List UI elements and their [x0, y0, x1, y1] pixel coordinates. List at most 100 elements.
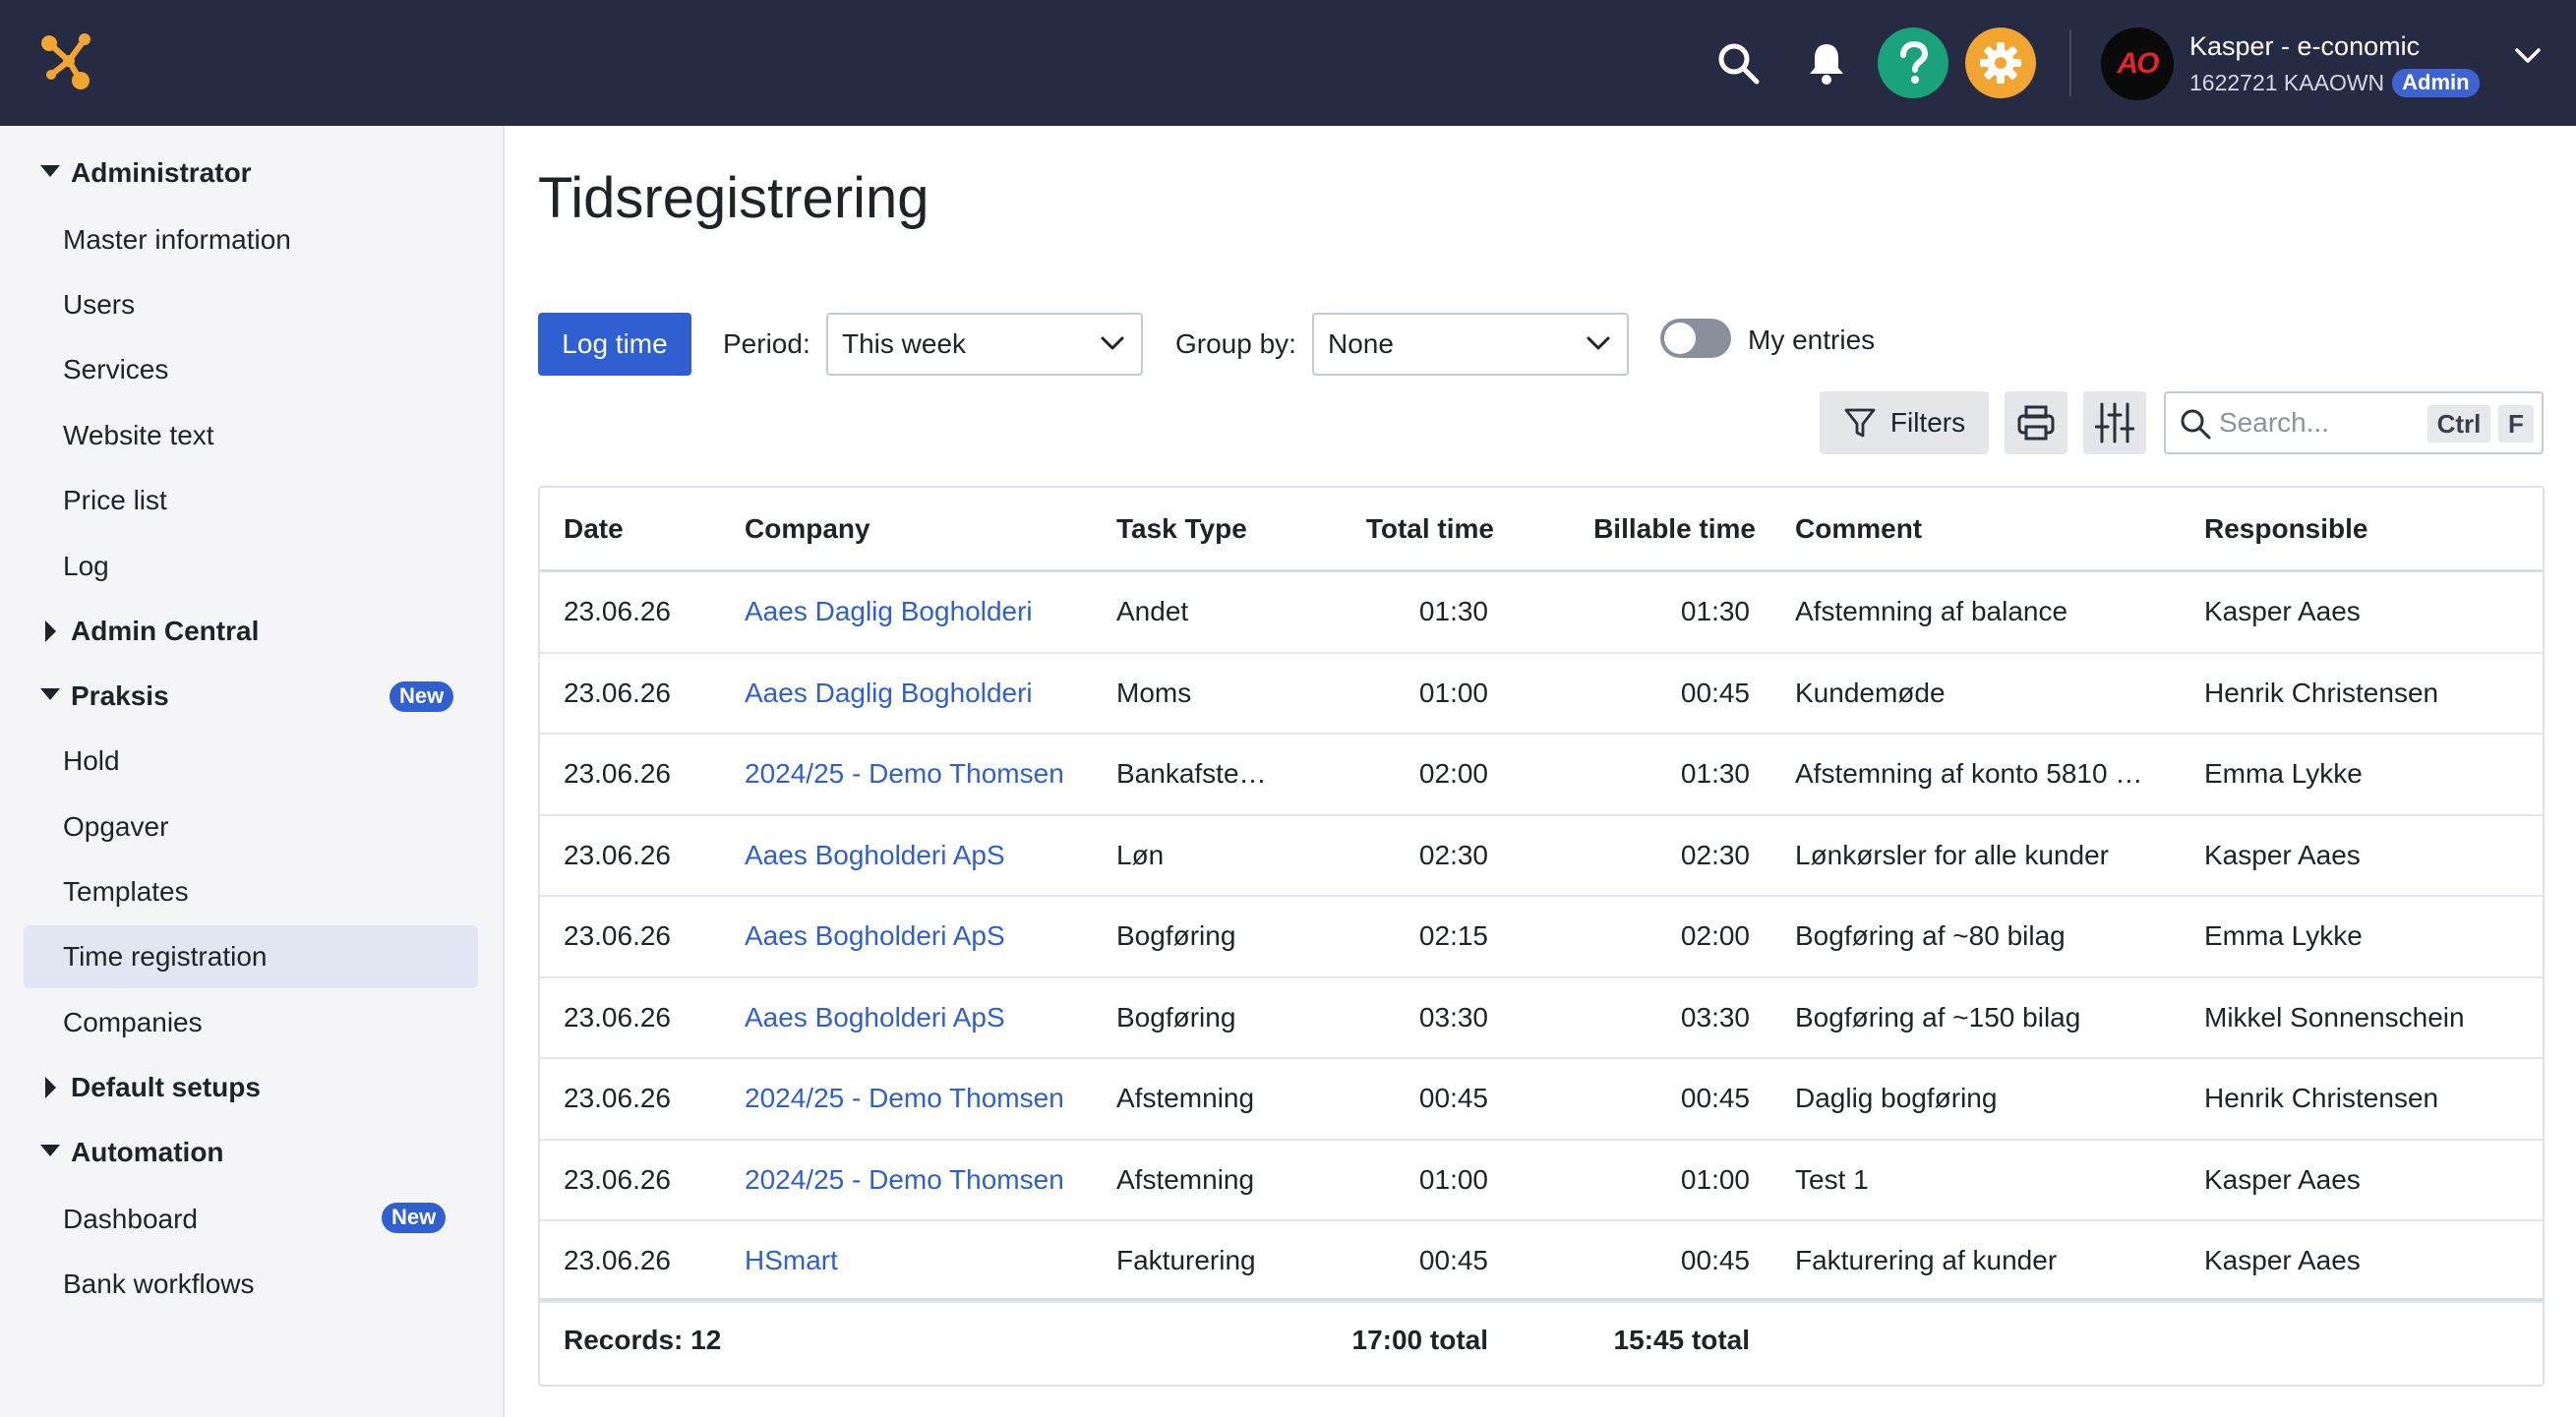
cell-company-link[interactable]: Aaes Bogholderi ApS — [745, 920, 1005, 952]
column-header-responsible[interactable]: Responsible — [2204, 513, 2367, 545]
sidebar-item-label: Services — [63, 354, 169, 384]
total-time-sum: 17:00 total — [1351, 1325, 1489, 1355]
sidebar-item-users[interactable]: Users — [24, 273, 478, 336]
print-button[interactable] — [2005, 391, 2067, 454]
search-field[interactable]: Ctrl F — [2164, 391, 2544, 454]
sidebar-item-templates[interactable]: Templates — [24, 860, 478, 923]
column-header-billable-time[interactable]: Billable time — [1593, 513, 1756, 545]
sidebar-item-bank-workflows[interactable]: Bank workflows — [24, 1253, 478, 1316]
bell-icon[interactable] — [1800, 33, 1853, 92]
cell-task-type: Afstemning — [1116, 1083, 1255, 1113]
toggle-knob — [1664, 323, 1696, 354]
cell-billable-time: 00:45 — [1680, 677, 1750, 708]
sidebar-item-services[interactable]: Services — [24, 338, 478, 401]
sidebar-group-label: Automation — [71, 1137, 224, 1167]
caret-right-icon — [43, 620, 57, 648]
sidebar-item-companies[interactable]: Companies — [24, 991, 478, 1054]
chevron-down-icon[interactable] — [2514, 47, 2542, 70]
sidebar-item-label: Users — [63, 289, 136, 320]
sidebar-item-time-registration[interactable]: Time registration — [24, 925, 478, 988]
period-label: Period: — [723, 328, 810, 359]
help-icon[interactable] — [1878, 28, 1948, 98]
filters-button[interactable]: Filters — [1820, 391, 1989, 454]
cell-task-type: Afstemning — [1116, 1163, 1255, 1195]
sidebar-group-admin-central[interactable]: Admin Central — [0, 604, 505, 659]
user-account: 1622721 KAAOWN — [2189, 70, 2385, 95]
log-time-button[interactable]: Log time — [538, 313, 691, 376]
sidebar: Administrator Master information Users S… — [0, 126, 505, 1417]
group-by-select[interactable]: None — [1312, 313, 1629, 376]
table-row[interactable]: 23.06.26 HSmart Fakturering 00:45 00:45 Faktu… — [540, 1221, 2543, 1303]
cell-company-link[interactable]: 2024/25 - Demo Thomsen — [745, 1164, 1064, 1196]
sidebar-item-log[interactable]: Log — [24, 535, 478, 598]
table-row[interactable]: 23.06.26 2024/25 - Demo Thomsen Afstemning… — [540, 1141, 2543, 1221]
table-row[interactable]: 23.06.26 Aaes Bogholderi ApS Bogføring 02:1… — [540, 897, 2543, 978]
cell-company-link[interactable]: HSmart — [745, 1245, 838, 1276]
caret-right-icon — [43, 1076, 57, 1104]
cell-responsible: Kasper Aaes — [2204, 1245, 2361, 1275]
search-icon[interactable] — [1711, 33, 1765, 92]
my-entries-toggle[interactable] — [1660, 319, 1731, 358]
table-row[interactable]: 23.06.26 Aaes Bogholderi ApS Løn 02:30 02:30… — [540, 816, 2543, 897]
column-header-company[interactable]: Company — [745, 513, 870, 545]
time-entries-table: Date Company Task Type Total time Billab… — [538, 486, 2545, 1387]
cell-company-link[interactable]: Aaes Bogholderi ApS — [745, 1002, 1005, 1033]
column-header-comment[interactable]: Comment — [1795, 513, 1922, 545]
my-entries-label: My entries — [1748, 325, 1876, 355]
sidebar-item-label: Website text — [63, 420, 214, 450]
table-row[interactable]: 23.06.26 2024/25 - Demo Thomsen Bankafste…… — [540, 735, 2543, 816]
table-row[interactable]: 23.06.26 Aaes Daglig Bogholderi Moms 01:00 0… — [540, 654, 2543, 735]
sidebar-group-administrator[interactable]: Administrator — [0, 146, 505, 201]
role-badge: Admin — [2392, 69, 2480, 97]
table-row[interactable]: 23.06.26 2024/25 - Demo Thomsen Afstemning… — [540, 1059, 2543, 1141]
sidebar-item-price-list[interactable]: Price list — [24, 469, 478, 532]
cell-company-link[interactable]: 2024/25 - Demo Thomsen — [745, 1083, 1064, 1114]
search-input[interactable] — [2219, 405, 2416, 441]
cell-total-time: 02:00 — [1418, 758, 1488, 789]
user-name[interactable]: Kasper - e-conomic — [2189, 31, 2420, 62]
sidebar-item-website-text[interactable]: Website text — [24, 404, 478, 467]
avatar-text: AO — [2117, 47, 2160, 80]
avatar[interactable]: AO — [2101, 28, 2174, 100]
cell-date: 23.06.26 — [564, 1163, 671, 1195]
table-row[interactable]: 23.06.26 Aaes Bogholderi ApS Bogføring 03:3… — [540, 978, 2543, 1059]
cell-task-type: Fakturering — [1116, 1245, 1256, 1275]
cell-company-link[interactable]: Aaes Bogholderi ApS — [745, 840, 1005, 871]
sidebar-item-opgaver[interactable]: Opgaver — [24, 796, 478, 858]
cell-total-time: 02:30 — [1418, 839, 1488, 870]
sidebar-item-master-information[interactable]: Master information — [24, 208, 478, 271]
sidebar-group-praksis[interactable]: Praksis New — [0, 669, 505, 724]
filters-label: Filters — [1889, 407, 1966, 438]
period-select-value: This week — [842, 328, 967, 359]
cell-billable-time: 00:45 — [1680, 1083, 1750, 1113]
sidebar-group-label: Default setups — [71, 1072, 261, 1102]
topbar-divider — [2069, 30, 2071, 96]
column-header-task-type[interactable]: Task Type — [1116, 513, 1247, 545]
caret-down-icon — [39, 1143, 61, 1163]
chevron-down-icon — [1100, 334, 1125, 357]
sliders-icon — [2095, 401, 2134, 444]
column-settings-button[interactable] — [2083, 391, 2146, 454]
cell-comment: Daglig bogføring — [1795, 1083, 1998, 1113]
settings-icon[interactable] — [1965, 28, 2036, 98]
column-header-date[interactable]: Date — [564, 513, 624, 545]
sidebar-group-automation[interactable]: Automation — [0, 1125, 505, 1180]
cell-company-link[interactable]: 2024/25 - Demo Thomsen — [745, 758, 1064, 790]
cell-billable-time: 01:30 — [1680, 596, 1750, 626]
sidebar-item-label: Master information — [63, 224, 291, 255]
cell-billable-time: 02:00 — [1680, 920, 1750, 951]
sidebar-item-dashboard[interactable]: Dashboard New — [24, 1188, 478, 1251]
cell-total-time: 03:30 — [1418, 1001, 1488, 1033]
sidebar-group-label: Administrator — [71, 157, 252, 188]
logo-icon[interactable] — [35, 30, 98, 92]
period-select[interactable]: This week — [826, 313, 1143, 376]
column-header-total-time[interactable]: Total time — [1366, 513, 1494, 545]
table-row[interactable]: 23.06.26 Aaes Daglig Bogholderi Andet 01:30… — [540, 572, 2543, 654]
sidebar-item-hold[interactable]: Hold — [24, 730, 478, 793]
cell-company-link[interactable]: Aaes Daglig Bogholderi — [745, 678, 1033, 709]
cell-company-link[interactable]: Aaes Daglig Bogholderi — [745, 596, 1033, 627]
cell-billable-time: 03:30 — [1680, 1001, 1750, 1033]
sidebar-group-default-setups[interactable]: Default setups — [0, 1060, 505, 1115]
chevron-down-icon — [1586, 334, 1611, 357]
cell-date: 23.06.26 — [564, 677, 671, 708]
